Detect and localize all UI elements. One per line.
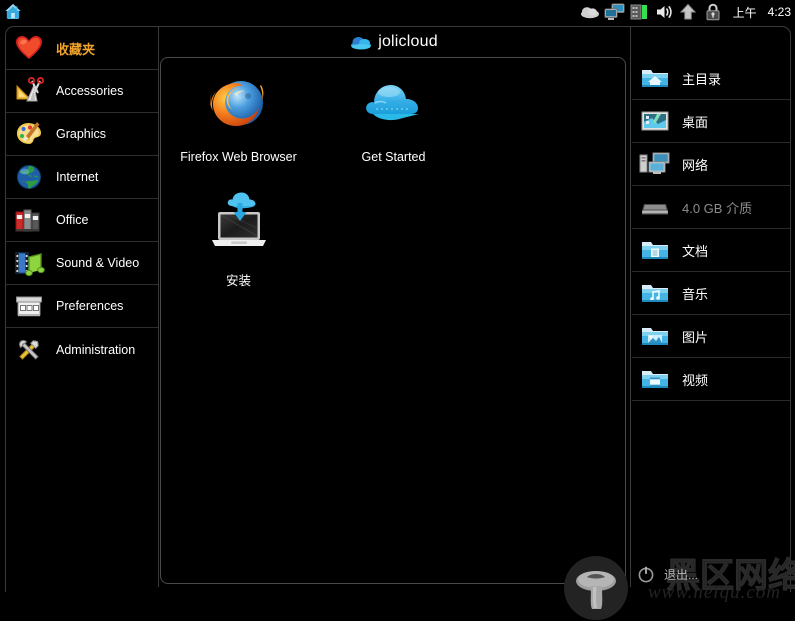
- sidebar-item-label: Graphics: [56, 127, 107, 141]
- sidebar-item-preferences[interactable]: Preferences: [6, 285, 158, 328]
- brand-logo: jolicloud: [159, 33, 629, 51]
- app-get-started[interactable]: Get Started: [316, 64, 471, 184]
- applications-area: jolicloud Firefox Web Browser Get Starte…: [159, 24, 629, 620]
- app-label: 安装: [225, 274, 251, 288]
- place-network[interactable]: 网络: [632, 143, 790, 186]
- preferences-icon: [14, 291, 44, 321]
- multimedia-icon: [14, 248, 45, 278]
- place-videos[interactable]: 视频: [632, 358, 790, 401]
- place-label: 图片: [682, 329, 709, 345]
- memory-icon[interactable]: [629, 2, 649, 22]
- update-arrow-icon[interactable]: [679, 2, 699, 22]
- logout-label: 退出...: [664, 567, 699, 582]
- place-media[interactable]: 4.0 GB 介质: [632, 186, 790, 229]
- sidebar-item-graphics[interactable]: Graphics: [6, 113, 158, 156]
- desktop-icon: [640, 106, 670, 136]
- place-label: 桌面: [682, 114, 709, 130]
- palette-icon: [14, 119, 44, 149]
- sidebar-item-internet[interactable]: Internet: [6, 156, 158, 199]
- accessories-icon: [14, 76, 44, 106]
- sidebar-item-administration[interactable]: Administration: [6, 328, 158, 371]
- app-install[interactable]: 安装: [161, 184, 316, 304]
- tools-icon: [14, 335, 44, 365]
- place-desktop[interactable]: 桌面: [632, 100, 790, 143]
- mushroom-icon: [563, 555, 629, 621]
- sidebar-item-label: Sound & Video: [56, 256, 140, 270]
- cloud-status-icon[interactable]: [579, 2, 599, 22]
- place-label: 主目录: [682, 71, 722, 87]
- place-pictures[interactable]: 图片: [632, 315, 790, 358]
- sidebar-item-label: Preferences: [56, 299, 124, 313]
- system-tray: 上午 4:23: [579, 0, 791, 24]
- places-divider: [630, 27, 631, 587]
- place-label: 文档: [682, 243, 709, 259]
- globe-icon: [14, 162, 44, 192]
- sidebar-item-favorites[interactable]: 收藏夹: [6, 27, 158, 70]
- home-icon: [3, 2, 23, 22]
- place-music[interactable]: 音乐: [632, 272, 790, 315]
- videos-folder-icon: [640, 364, 670, 394]
- cloud-icon: [357, 68, 431, 142]
- sidebar-item-label: Accessories: [56, 84, 124, 98]
- brand-name: jolicloud: [378, 33, 438, 50]
- sidebar-item-label: 收藏夹: [56, 41, 96, 57]
- home-folder-icon: [640, 63, 670, 93]
- documents-folder-icon: [640, 235, 670, 265]
- drive-icon: [640, 192, 670, 222]
- clock-ampm: 上午: [732, 5, 757, 20]
- applications-grid: Firefox Web Browser Get Started 安装: [161, 64, 625, 304]
- network-icon: [639, 149, 670, 179]
- place-label: 视频: [682, 372, 709, 388]
- launcher-shell: 收藏夹 Accessories Graphics Internet Office…: [0, 24, 795, 620]
- pictures-folder-icon: [640, 321, 670, 351]
- sidebar-item-label: Office: [56, 213, 89, 227]
- music-folder-icon: [640, 278, 670, 308]
- app-label: Get Started: [361, 150, 426, 164]
- firefox-icon: [202, 68, 276, 142]
- install-laptop-icon: [202, 188, 276, 262]
- sidebar-item-label: Administration: [56, 342, 136, 357]
- lock-icon[interactable]: [704, 2, 724, 22]
- heart-icon: [14, 33, 44, 63]
- binders-icon: [14, 205, 44, 235]
- sidebar-item-sound-video[interactable]: Sound & Video: [6, 242, 158, 285]
- place-home[interactable]: 主目录: [632, 57, 790, 100]
- app-firefox[interactable]: Firefox Web Browser: [161, 64, 316, 184]
- sidebar-item-office[interactable]: Office: [6, 199, 158, 242]
- power-icon: [636, 564, 656, 584]
- place-label: 音乐: [682, 286, 709, 302]
- sidebar-item-label: Internet: [56, 170, 99, 184]
- place-label: 网络: [682, 157, 709, 173]
- network-monitor-icon[interactable]: [604, 2, 625, 22]
- home-button[interactable]: [0, 0, 26, 24]
- top-panel: 上午 4:23: [0, 0, 795, 24]
- place-label: 4.0 GB 介质: [682, 200, 753, 216]
- volume-icon[interactable]: [654, 2, 674, 22]
- app-label: Firefox Web Browser: [180, 150, 297, 164]
- applications-panel: Firefox Web Browser Get Started 安装: [160, 57, 628, 620]
- sidebar-item-accessories[interactable]: Accessories: [6, 70, 158, 113]
- category-sidebar: 收藏夹 Accessories Graphics Internet Office…: [6, 27, 158, 587]
- cloud-logo-icon: [350, 34, 372, 50]
- places-sidebar: 主目录 桌面 网络 4.0 GB 介质 文档 音乐 图片 视频: [632, 57, 790, 401]
- place-documents[interactable]: 文档: [632, 229, 790, 272]
- clock-time: 4:23: [767, 5, 791, 19]
- logout-button[interactable]: 退出...: [636, 564, 698, 584]
